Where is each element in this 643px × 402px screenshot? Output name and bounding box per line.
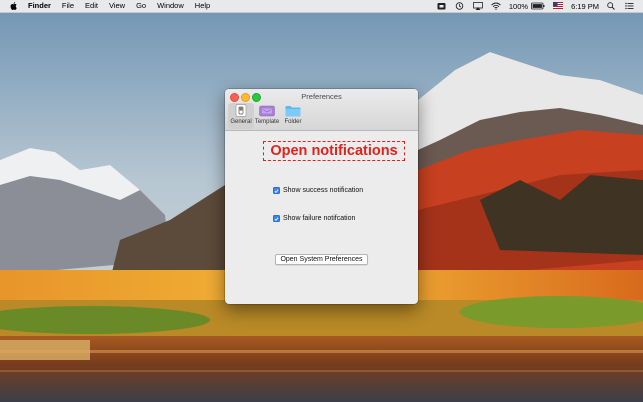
success-notification-label: Show success notification — [283, 187, 364, 194]
menu-file[interactable]: File — [62, 0, 74, 12]
open-system-preferences-button[interactable]: Open System Preferences — [275, 254, 368, 265]
preferences-toolbar: General Template Folder — [228, 103, 306, 129]
failure-notification-checkbox[interactable] — [273, 215, 280, 222]
spotlight-icon[interactable] — [607, 2, 617, 10]
wifi-icon[interactable] — [491, 2, 501, 10]
menu-bar: Finder File Edit View Go Window Help 100… — [0, 0, 643, 13]
menu-view[interactable]: View — [109, 0, 125, 12]
template-icon — [259, 104, 275, 117]
apple-logo-icon[interactable] — [10, 2, 17, 10]
us-flag-input-icon[interactable] — [553, 2, 564, 10]
time-machine-icon[interactable] — [455, 2, 465, 10]
tab-folder-label: Folder — [284, 119, 302, 125]
menu-go[interactable]: Go — [136, 0, 146, 12]
airplay-icon[interactable] — [472, 2, 483, 10]
tab-template-label: Template — [254, 119, 280, 125]
window-titlebar[interactable]: Preferences General Template Folder — [225, 89, 418, 131]
preferences-window: Preferences General Template Folder Open… — [225, 89, 418, 304]
window-title: Preferences — [301, 92, 342, 101]
success-notification-checkbox[interactable] — [273, 187, 280, 194]
open-notifications-button[interactable]: Open notifications — [263, 141, 405, 161]
failure-notification-label: Show failure notifcation — [283, 215, 356, 222]
tab-template[interactable]: Template — [254, 103, 280, 129]
menu-help[interactable]: Help — [195, 0, 210, 12]
menu-edit[interactable]: Edit — [85, 0, 98, 12]
folder-icon — [285, 104, 301, 117]
battery-percent: 100% — [508, 1, 529, 11]
general-pane: Open notifications Show success notifica… — [225, 131, 418, 304]
menu-window[interactable]: Window — [157, 0, 184, 12]
menu-app-finder[interactable]: Finder — [28, 0, 51, 12]
tab-folder[interactable]: Folder — [280, 103, 306, 129]
clock-time[interactable]: 6:19 PM — [571, 2, 599, 11]
app-status-icon[interactable] — [437, 2, 447, 10]
tab-general[interactable]: General — [228, 103, 254, 129]
general-switch-icon — [233, 104, 249, 117]
failure-notification-row[interactable]: Show failure notifcation — [273, 215, 355, 222]
success-notification-row[interactable]: Show success notification — [273, 187, 363, 194]
notification-center-icon[interactable] — [625, 2, 635, 10]
battery-icon[interactable] — [531, 2, 545, 10]
tab-general-label: General — [230, 119, 252, 125]
